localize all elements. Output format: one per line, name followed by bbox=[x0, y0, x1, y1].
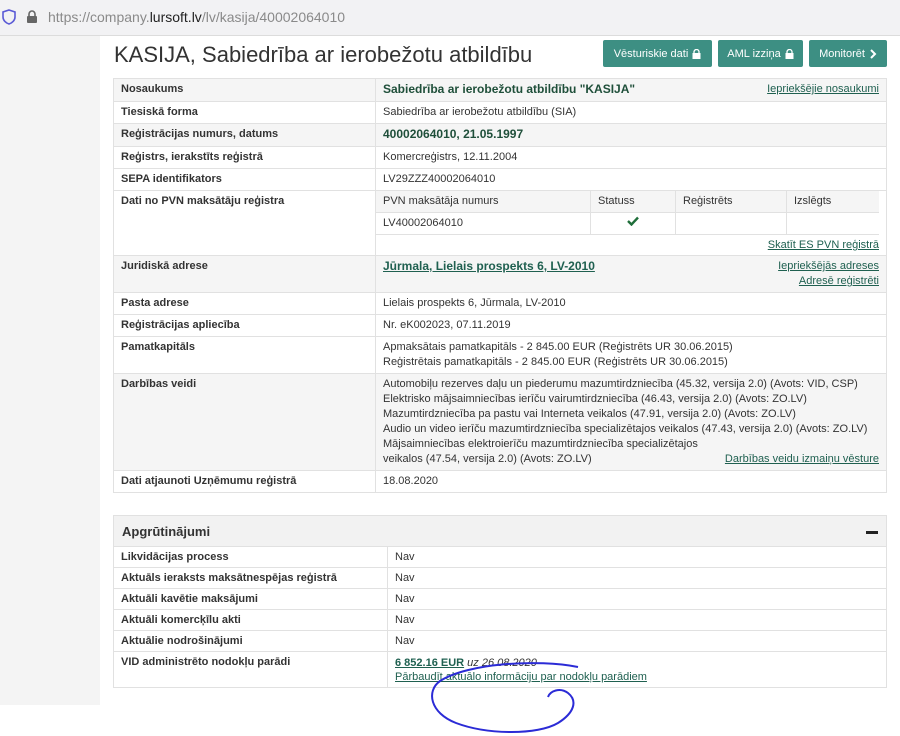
row-label: Pasta adrese bbox=[113, 292, 376, 315]
table-row: VID administrēto nodokļu parādi 6 852.16… bbox=[113, 651, 887, 688]
row-label: Aktuāli komercķīlu akti bbox=[113, 609, 388, 631]
paid-capital-value: Apmaksātais pamatkapitāls - 2 845.00 EUR… bbox=[383, 341, 733, 353]
pvn-number-value: LV40002064010 bbox=[376, 212, 591, 235]
eu-vat-register-link[interactable]: Skatīt ES PVN reģistrā bbox=[768, 239, 879, 251]
row-activities: Darbības veidi Automobiļu rezerves daļu … bbox=[113, 373, 887, 471]
row-certificate: Reģistrācijas apliecība Nr. eK002023, 07… bbox=[113, 314, 887, 337]
table-row: Aktuāli komercķīlu akti Nav bbox=[113, 609, 887, 631]
table-row: Aktuāli kavētie maksājumi Nav bbox=[113, 588, 887, 610]
sepa-value: LV29ZZZ40002064010 bbox=[375, 168, 887, 191]
register-value: Komercreģistrs, 12.11.2004 bbox=[375, 146, 887, 169]
encumbrances-table: Likvidācijas process Nav Aktuāls ierakst… bbox=[113, 546, 887, 688]
row-value: Nav bbox=[387, 609, 887, 631]
url-text[interactable]: https://company.lursoft.lv/lv/kasija/400… bbox=[48, 9, 345, 25]
lock-icon bbox=[27, 10, 37, 23]
pvn-header-excluded: Izslēgts bbox=[786, 191, 879, 213]
pvn-registered-value bbox=[675, 212, 787, 235]
row-label: Pamatkapitāls bbox=[113, 336, 376, 374]
pvn-table: PVN maksātāja numurs Statuss Reģistrēts … bbox=[376, 191, 879, 235]
row-label: Nosaukums bbox=[113, 78, 376, 102]
row-sepa: SEPA identifikators LV29ZZZ40002064010 bbox=[113, 168, 887, 191]
table-row: Aktuālie nodrošinājumi Nav bbox=[113, 630, 887, 652]
pvn-header-status: Statuss bbox=[590, 191, 676, 213]
row-address: Juridiskā adrese Iepriekšējās adreses Ad… bbox=[113, 255, 887, 293]
row-label: SEPA identifikators bbox=[113, 168, 376, 191]
collapse-icon[interactable] bbox=[866, 531, 878, 534]
activity-item: Mājsaimniecības elektroierīču mazumtirdz… bbox=[383, 438, 698, 465]
row-value: Nav bbox=[387, 546, 887, 568]
activity-item: Audio un video ierīču mazumtirdzniecība … bbox=[383, 423, 868, 435]
row-label: VID administrēto nodokļu parādi bbox=[113, 651, 388, 688]
row-post: Pasta adrese Lielais prospekts 6, Jūrmal… bbox=[113, 292, 887, 315]
row-label: Reģistrācijas apliecība bbox=[113, 314, 376, 337]
row-label: Dati no PVN maksātāju reģistra bbox=[113, 190, 376, 256]
row-legal-form: Tiesiskā forma Sabiedrība ar ierobežotu … bbox=[113, 101, 887, 124]
row-label: Tiesiskā forma bbox=[113, 101, 376, 124]
row-pvn: Dati no PVN maksātāju reģistra PVN maksā… bbox=[113, 190, 887, 256]
row-register: Reģistrs, ierakstīts reģistrā Komercreģi… bbox=[113, 146, 887, 169]
encumbrances-header[interactable]: Apgrūtinājumi bbox=[113, 515, 887, 547]
history-button[interactable]: Vēsturiskie dati bbox=[603, 40, 712, 67]
updated-value: 18.08.2020 bbox=[375, 470, 887, 493]
post-address-value: Lielais prospekts 6, Jūrmala, LV-2010 bbox=[375, 292, 887, 315]
legal-address-link[interactable]: Jūrmala, Lielais prospekts 6, LV-2010 bbox=[383, 259, 595, 273]
activity-history-link[interactable]: Darbības veidu izmaiņu vēsture bbox=[725, 452, 879, 467]
registered-capital-value: Reģistrētais pamatkapitāls - 2 845.00 EU… bbox=[383, 356, 728, 368]
page-title: KASIJA, Sabiedrība ar ierobežotu atbildī… bbox=[114, 42, 533, 67]
legal-form-value: Sabiedrība ar ierobežotu atbildību (SIA) bbox=[375, 101, 887, 124]
row-name: Nosaukums Iepriekšējie nosaukumi Sabiedr… bbox=[113, 78, 887, 102]
row-value: Nav bbox=[387, 588, 887, 610]
lock-icon bbox=[785, 48, 794, 59]
tax-debt-date: uz 26.08.2020 bbox=[467, 657, 537, 669]
check-tax-debt-link[interactable]: Pārbaudīt aktuālo informāciju par nodokļ… bbox=[395, 670, 879, 684]
row-label: Reģistrs, ierakstīts reģistrā bbox=[113, 146, 376, 169]
activity-item: Elektrisko mājsaimniecības ierīču vairum… bbox=[383, 393, 807, 405]
row-value: Nav bbox=[387, 567, 887, 589]
previous-names-link[interactable]: Iepriekšējie nosaukumi bbox=[767, 82, 879, 97]
row-label: Reģistrācijas numurs, datums bbox=[113, 123, 376, 147]
row-reg-number: Reģistrācijas numurs, datums 40002064010… bbox=[113, 123, 887, 147]
monitor-button[interactable]: Monitorēt bbox=[809, 40, 887, 67]
row-updated: Dati atjaunoti Uzņēmumu reģistrā 18.08.2… bbox=[113, 470, 887, 493]
company-page: KASIJA, Sabiedrība ar ierobežotu atbildī… bbox=[100, 36, 900, 733]
table-row: Aktuāls ieraksts maksātnespējas reģistrā… bbox=[113, 567, 887, 589]
chevron-right-icon bbox=[870, 48, 877, 59]
tax-debt-amount-link[interactable]: 6 852.16 EUR bbox=[395, 657, 464, 669]
row-label: Aktuāli kavētie maksājumi bbox=[113, 588, 388, 610]
encumbrances-title: Apgrūtinājumi bbox=[122, 524, 211, 539]
registered-at-address-link[interactable]: Adresē reģistrēti bbox=[778, 274, 879, 289]
row-value: Nav bbox=[387, 630, 887, 652]
aml-button[interactable]: AML izziņa bbox=[718, 40, 803, 67]
pvn-excluded-value bbox=[786, 212, 879, 235]
row-capital: Pamatkapitāls Apmaksātais pamatkapitāls … bbox=[113, 336, 887, 374]
row-label: Juridiskā adrese bbox=[113, 255, 376, 293]
activity-item: Automobiļu rezerves daļu un piederumu ma… bbox=[383, 378, 858, 390]
pvn-header-number: PVN maksātāja numurs bbox=[376, 191, 591, 213]
row-label: Aktuālie nodrošinājumi bbox=[113, 630, 388, 652]
activity-item: Mazumtirdzniecība pa pastu vai Interneta… bbox=[383, 408, 796, 420]
shield-icon bbox=[2, 9, 16, 25]
browser-address-bar[interactable]: https://company.lursoft.lv/lv/kasija/400… bbox=[0, 0, 900, 36]
lock-icon bbox=[692, 48, 701, 59]
company-name-value: Sabiedrība ar ierobežotu atbildību "KASI… bbox=[383, 82, 636, 96]
row-label: Darbības veidi bbox=[113, 373, 376, 471]
row-label: Dati atjaunoti Uzņēmumu reģistrā bbox=[113, 470, 376, 493]
row-label: Aktuāls ieraksts maksātnespējas reģistrā bbox=[113, 567, 388, 589]
row-label: Likvidācijas process bbox=[113, 546, 388, 568]
company-info-table: Nosaukums Iepriekšējie nosaukumi Sabiedr… bbox=[113, 78, 887, 493]
table-row: Likvidācijas process Nav bbox=[113, 546, 887, 568]
certificate-value: Nr. eK002023, 07.11.2019 bbox=[375, 314, 887, 337]
check-icon bbox=[627, 216, 639, 227]
left-margin bbox=[0, 36, 100, 705]
pvn-header-registered: Reģistrēts bbox=[675, 191, 787, 213]
previous-addresses-link[interactable]: Iepriekšējās adreses bbox=[778, 259, 879, 274]
reg-number-value: 40002064010, 21.05.1997 bbox=[383, 127, 524, 141]
